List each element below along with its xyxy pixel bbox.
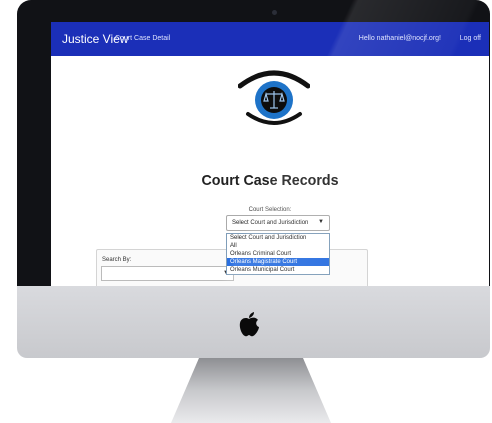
court-case-detail-link[interactable]: Court Case Detail: [115, 35, 170, 42]
chevron-down-icon: ▼: [318, 219, 324, 225]
page-title: Court Case Records: [201, 172, 339, 189]
imac-mockup: Justice View Court Case Detail Hello nat…: [0, 0, 492, 423]
monitor-stand: [171, 358, 331, 423]
court-option[interactable]: Select Court and Jurisdiction: [227, 234, 329, 242]
search-by-label: Search By:: [102, 257, 132, 263]
search-by-select[interactable]: ▼: [101, 266, 234, 281]
user-greeting-link[interactable]: Hello nathaniel@nocjf.org!: [359, 35, 441, 42]
top-navbar: Justice View Court Case Detail Hello nat…: [51, 22, 489, 56]
court-dropdown-list[interactable]: Select Court and Jurisdiction All Orlean…: [226, 233, 330, 275]
logoff-link[interactable]: Log off: [460, 35, 481, 42]
court-select[interactable]: Select Court and Jurisdiction ▼: [226, 215, 330, 231]
court-option[interactable]: Orleans Criminal Court: [227, 250, 329, 258]
monitor-bezel: Justice View Court Case Detail Hello nat…: [17, 0, 490, 294]
screen: Justice View Court Case Detail Hello nat…: [51, 22, 489, 286]
court-option[interactable]: All: [227, 242, 329, 250]
camera-dot: [272, 10, 277, 15]
court-select-value: Select Court and Jurisdiction: [232, 220, 309, 226]
apple-logo-icon: [239, 312, 259, 337]
court-selection-label: Court Selection:: [248, 207, 292, 213]
court-option-highlighted[interactable]: Orleans Magistrate Court: [227, 258, 329, 266]
court-option[interactable]: Orleans Municipal Court: [227, 266, 329, 274]
eye-with-scales-icon: [238, 70, 310, 125]
